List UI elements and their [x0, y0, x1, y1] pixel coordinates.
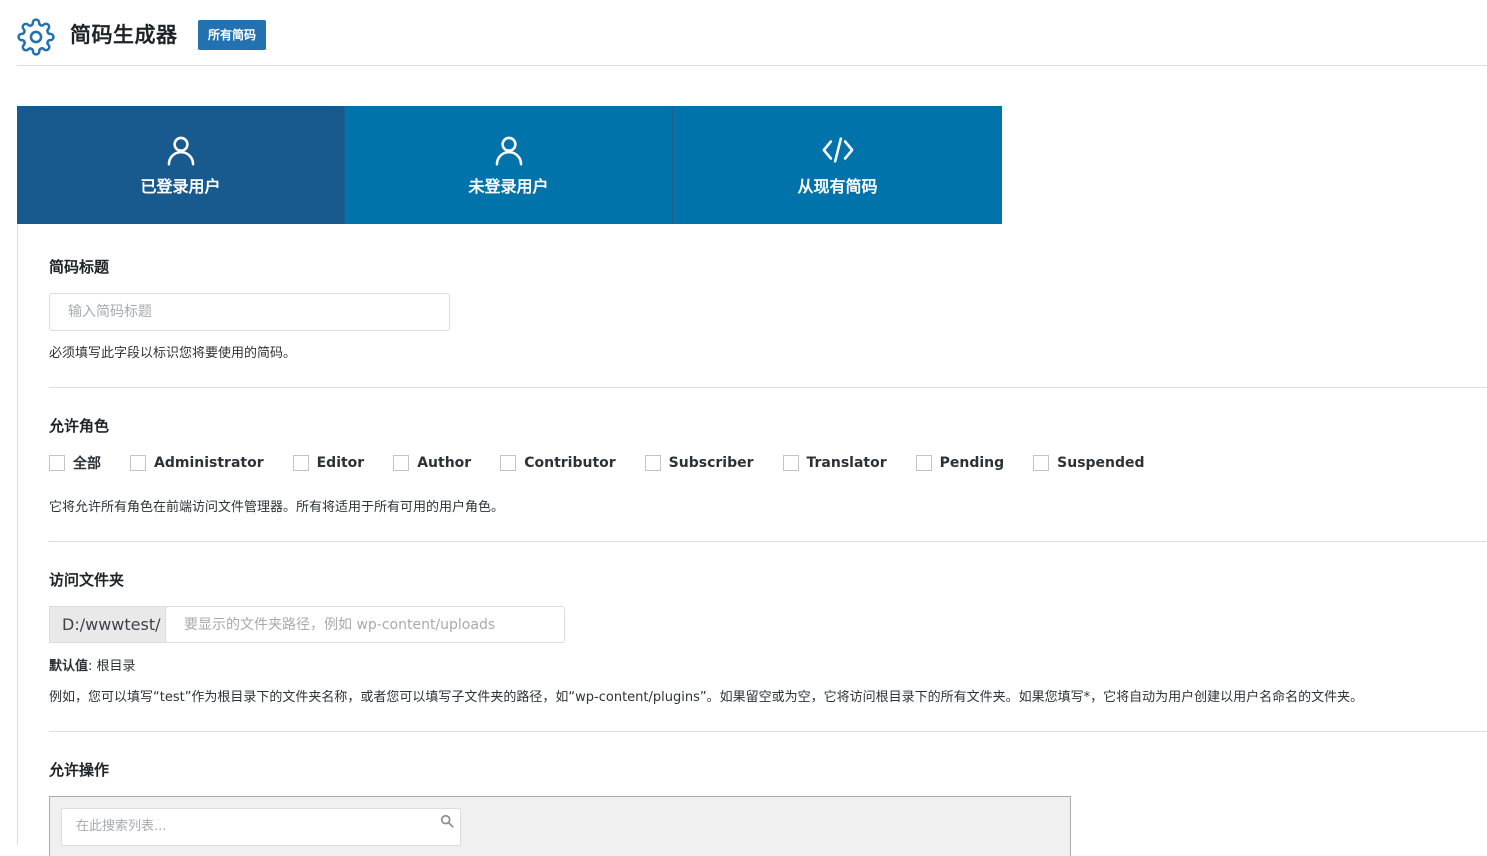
- role-checkbox-subscriber[interactable]: Subscriber: [644, 455, 754, 471]
- user-type-tabs: 已登录用户 未登录用户 从现有简码: [17, 106, 1002, 224]
- page-title: 简码生成器: [70, 23, 178, 47]
- default-value-line: 默认值: 根目录: [49, 655, 136, 674]
- operations-list-box: [49, 796, 1071, 856]
- checkbox[interactable]: [1033, 455, 1050, 471]
- shortcode-title-section: 简码标题: [49, 256, 1487, 277]
- user-icon: [495, 136, 522, 166]
- folder-path-input[interactable]: [165, 606, 565, 643]
- checkbox[interactable]: [49, 455, 65, 471]
- roles-checkbox-list: 全部 Administrator Editor Author Contribut…: [49, 453, 1174, 473]
- role-checkbox-author[interactable]: Author: [393, 455, 471, 471]
- operations-section: 允许操作: [49, 759, 1487, 780]
- role-checkbox-suspended[interactable]: Suspended: [1033, 455, 1145, 471]
- role-checkbox-editor[interactable]: Editor: [292, 455, 364, 471]
- default-value: : 根目录: [88, 659, 136, 674]
- section-title: 访问文件夹: [49, 571, 125, 589]
- roles-section: 允许角色: [49, 415, 1487, 436]
- user-icon: [167, 136, 194, 166]
- operations-search: [61, 808, 461, 846]
- checkbox[interactable]: [393, 455, 410, 471]
- role-checkbox-pending[interactable]: Pending: [915, 455, 1004, 471]
- checkbox[interactable]: [644, 455, 661, 471]
- tab-label: 已登录用户: [140, 177, 221, 196]
- default-label: 默认值: [49, 659, 89, 674]
- gear-icon: [17, 18, 55, 56]
- operations-search-input[interactable]: [62, 809, 450, 843]
- divider: [49, 387, 1487, 388]
- search-icon: [440, 814, 454, 828]
- settings-panel: 简码标题 必须填写此字段以标识您将要使用的简码。 允许角色 全部 Adminis…: [17, 224, 1487, 856]
- checkbox[interactable]: [500, 455, 517, 471]
- folder-help: 例如，您可以填写“test”作为根目录下的文件夹名称，或者您可以填写子文件夹的路…: [49, 690, 1364, 705]
- checkbox[interactable]: [915, 455, 932, 471]
- tab-logged-in-users[interactable]: 已登录用户: [17, 106, 345, 224]
- role-checkbox-all[interactable]: 全部: [49, 453, 101, 473]
- code-icon: [822, 137, 853, 163]
- tab-label: 未登录用户: [468, 177, 549, 196]
- shortcode-title-input[interactable]: [49, 293, 450, 331]
- tab-label: 从现有简码: [797, 177, 878, 196]
- divider: [49, 541, 1487, 542]
- tab-from-existing-shortcode[interactable]: 从现有简码: [673, 106, 1002, 224]
- section-title: 简码标题: [49, 258, 110, 276]
- shortcode-title-help: 必须填写此字段以标识您将要使用的简码。: [49, 346, 297, 361]
- root-path-prefix: D:/wwwtest/: [49, 606, 174, 643]
- checkbox[interactable]: [292, 455, 309, 471]
- role-checkbox-translator[interactable]: Translator: [782, 455, 887, 471]
- all-shortcodes-button[interactable]: 所有简码: [198, 20, 267, 50]
- page-header: 简码生成器 所有简码: [17, 16, 1487, 66]
- tab-guest-users[interactable]: 未登录用户: [345, 106, 673, 224]
- checkbox[interactable]: [782, 455, 799, 471]
- folder-section: 访问文件夹: [49, 569, 1487, 590]
- roles-help: 它将允许所有角色在前端访问文件管理器。所有将适用于所有可用的用户角色。: [49, 500, 505, 515]
- divider: [49, 731, 1487, 732]
- role-checkbox-administrator[interactable]: Administrator: [130, 455, 264, 471]
- checkbox[interactable]: [130, 455, 146, 471]
- role-checkbox-contributor[interactable]: Contributor: [500, 455, 616, 471]
- section-title: 允许角色: [49, 417, 110, 435]
- section-title: 允许操作: [49, 761, 110, 779]
